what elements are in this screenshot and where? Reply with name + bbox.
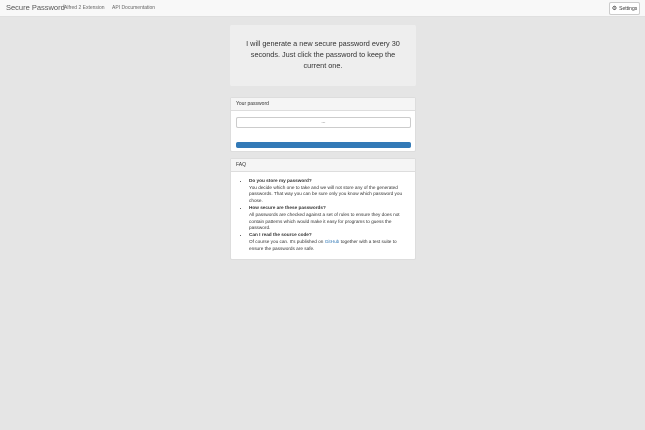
- nav-link-alfred-extension[interactable]: Alfred 2 Extension: [64, 5, 105, 11]
- faq-item: Can I read the source code? Of course yo…: [249, 232, 407, 252]
- settings-label: Settings: [619, 5, 638, 12]
- countdown-progress-fill: [236, 142, 411, 148]
- faq-question: Do you store my password?: [249, 178, 312, 183]
- faq-answer: You decide which one to take and we will…: [249, 184, 403, 204]
- gear-icon: ⚙: [611, 5, 618, 12]
- github-link[interactable]: GitHub: [325, 239, 340, 244]
- faq-question: Can I read the source code?: [249, 232, 312, 238]
- countdown-progress-bar: [236, 142, 411, 148]
- password-panel: Your password ...: [230, 97, 416, 152]
- faq-panel: FAQ Do you store my password? You decide…: [230, 158, 416, 260]
- faq-list: Do you store my password? You decide whi…: [231, 178, 415, 252]
- faq-question: How secure are these passwords?: [249, 205, 326, 211]
- intro-banner: I will generate a new secure password ev…: [230, 25, 416, 86]
- intro-text: I will generate a new secure password ev…: [246, 39, 400, 70]
- nav-link-api-documentation[interactable]: API Documentation: [112, 5, 155, 11]
- faq-item: Do you store my password? You decide whi…: [249, 178, 407, 205]
- navbar: Secure Password Alfred 2 Extension API D…: [0, 0, 645, 17]
- password-panel-heading: Your password: [231, 98, 415, 111]
- faq-answer-part: Of course you can. It's published on: [249, 239, 325, 245]
- faq-answer: Of course you can. It's published on Git…: [249, 239, 407, 252]
- faq-item: How secure are these passwords? All pass…: [249, 205, 407, 232]
- settings-button[interactable]: ⚙ Settings: [609, 2, 640, 15]
- faq-panel-heading: FAQ: [231, 159, 415, 172]
- brand-link[interactable]: Secure Password: [6, 3, 65, 12]
- password-field[interactable]: ...: [236, 117, 411, 128]
- faq-answer: All passwords are checked against a set …: [249, 211, 400, 231]
